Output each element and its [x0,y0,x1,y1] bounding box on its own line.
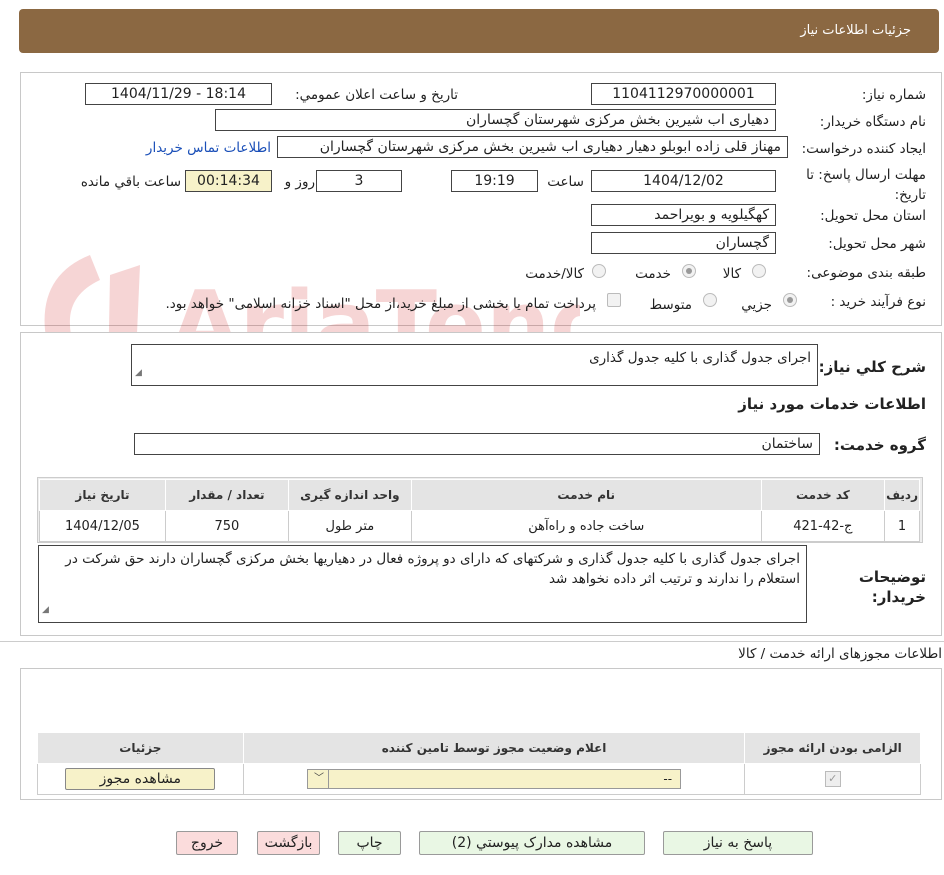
table-row: ✓ ﹀ -- مشاهده مجوز [37,763,921,795]
permit-status-value: -- [663,772,673,786]
cell-code: ج-42-421 [760,510,886,542]
buyer-org-label: نام دستگاه خریدار: [819,114,926,130]
service-group-label: گروه خدمت: [833,436,926,454]
category-option-service: خدمت [635,266,671,282]
process-radio-medium[interactable] [703,293,717,307]
permit-required-checkbox[interactable]: ✓ [824,771,841,787]
days-label: روز و [284,174,315,190]
remaining-time-label: ساعت باقي مانده [80,174,181,190]
permits-section-title: اطلاعات مجوزهای ارائه خدمت / کالا [738,646,942,662]
services-table: ردیف کد خدمت نام خدمت واحد اندازه گیری ت… [39,479,920,542]
cell-permit-details: مشاهده مجوز [37,763,244,795]
process-option-minor: جزیي [741,297,772,313]
requester-label: ایجاد کننده درخواست: [801,141,926,157]
announce-date-field: 1404/11/29 - 18:14 [85,83,272,105]
service-group-field: ساختمان [134,433,820,455]
buyer-notes-textarea[interactable]: اجرای جدول گذاری با کلیه جدول گذاری و شر… [38,545,807,623]
section-divider [0,641,944,642]
province-label: استان محل تحویل: [820,208,926,224]
col-permit-details: جزئیات [37,732,244,764]
cell-permit-status: ﹀ -- [242,763,746,795]
province-field: کهگیلویه و بویراحمد [591,204,776,226]
col-code: کد خدمت [760,479,886,511]
summary-textarea[interactable]: اجرای جدول گذاری با کلیه جدول گذاری ◢ [131,344,818,386]
page-header: جزئیات اطلاعات نیاز [19,9,939,53]
permits-table-header: الزامی بودن ارائه مجوز اعلام وضعیت مجوز … [37,732,921,764]
permits-table: الزامی بودن ارائه مجوز اعلام وضعیت مجوز … [37,732,921,795]
print-button[interactable]: چاپ [338,831,401,855]
cell-permit-required: ✓ [744,763,921,795]
cell-qty: 750 [164,510,289,542]
days-field: 3 [316,170,402,192]
process-label: نوع فرآیند خرید : [830,294,926,310]
page-title: جزئیات اطلاعات نیاز [800,23,911,38]
col-date: تاریخ نیاز [39,479,166,511]
buyer-notes-label: توضیحات خریدار: [858,568,926,606]
treasury-payment-checkbox[interactable] [607,293,621,307]
category-label: طبقه بندی موضوعی: [806,265,926,281]
treasury-payment-note: پرداخت تمام یا بخشی از مبلغ خرید،از محل … [165,296,596,312]
category-radio-goods-service[interactable] [592,264,606,278]
summary-text: اجرای جدول گذاری با کلیه جدول گذاری [589,350,811,366]
process-radio-minor[interactable] [783,293,797,307]
buyer-contact-link[interactable]: اطلاعات تماس خریدار [146,140,271,156]
services-section-title: اطلاعات خدمات مورد نیاز [738,395,926,413]
reply-button[interactable]: پاسخ به نیاز [663,831,813,855]
exit-button[interactable]: خروج [176,831,238,855]
announce-date-label: تاریخ و ساعت اعلان عمومي: [295,87,458,103]
city-field: گچساران [591,232,776,254]
category-option-goods: کالا [722,266,741,282]
category-option-goods-service: کالا/خدمت [525,266,584,282]
chevron-down-icon: ﹀ [310,770,330,788]
cell-date: 1404/12/05 [39,510,166,542]
deadline-time-field: 19:19 [451,170,538,192]
services-table-header: ردیف کد خدمت نام خدمت واحد اندازه گیری ت… [39,479,920,511]
resize-grip-icon: ◢ [42,605,49,615]
category-radio-goods[interactable] [752,264,766,278]
table-row: 1 ج-42-421 ساخت جاده و راه‌آهن متر طول 7… [39,510,920,542]
category-radio-service[interactable] [682,264,696,278]
col-row: ردیف [884,479,920,511]
col-qty: تعداد / مقدار [164,479,289,511]
col-unit: واحد اندازه گیری [287,479,412,511]
city-label: شهر محل تحویل: [828,236,926,252]
col-name: نام خدمت [410,479,762,511]
buyer-notes-text: اجرای جدول گذاری با کلیه جدول گذاری و شر… [65,551,800,587]
deadline-date-field: 1404/12/02 [591,170,776,192]
col-permit-status: اعلام وضعیت مجوز توسط تامین کننده [242,732,746,764]
deadline-label: مهلت ارسال پاسخ: تا تاریخ: [806,167,926,203]
cell-row: 1 [884,510,920,542]
need-number-field: 1104112970000001 [591,83,776,105]
cell-name: ساخت جاده و راه‌آهن [410,510,762,542]
cell-unit: متر طول [287,510,412,542]
buyer-org-field: دهیاری اب شیرین بخش مرکزی شهرستان گچسارا… [215,109,776,131]
deadline-time-label: ساعت [547,174,584,190]
summary-label: شرح کلي نیاز: [818,358,926,376]
col-permit-required: الزامی بودن ارائه مجوز [744,732,921,764]
view-permit-button[interactable]: مشاهده مجوز [65,768,216,790]
requester-field: مهناز قلی زاده ابوبلو دهیار دهیاری اب شی… [277,136,788,158]
resize-grip-icon: ◢ [135,368,142,378]
attachments-button[interactable]: مشاهده مدارک پیوستي (2) [419,831,645,855]
process-option-medium: متوسط [649,297,692,313]
back-button[interactable]: بازگشت [257,831,320,855]
need-number-label: شماره نیاز: [861,87,926,103]
remaining-time-field: 00:14:34 [185,170,272,192]
permit-status-select[interactable]: ﹀ -- [307,769,682,789]
